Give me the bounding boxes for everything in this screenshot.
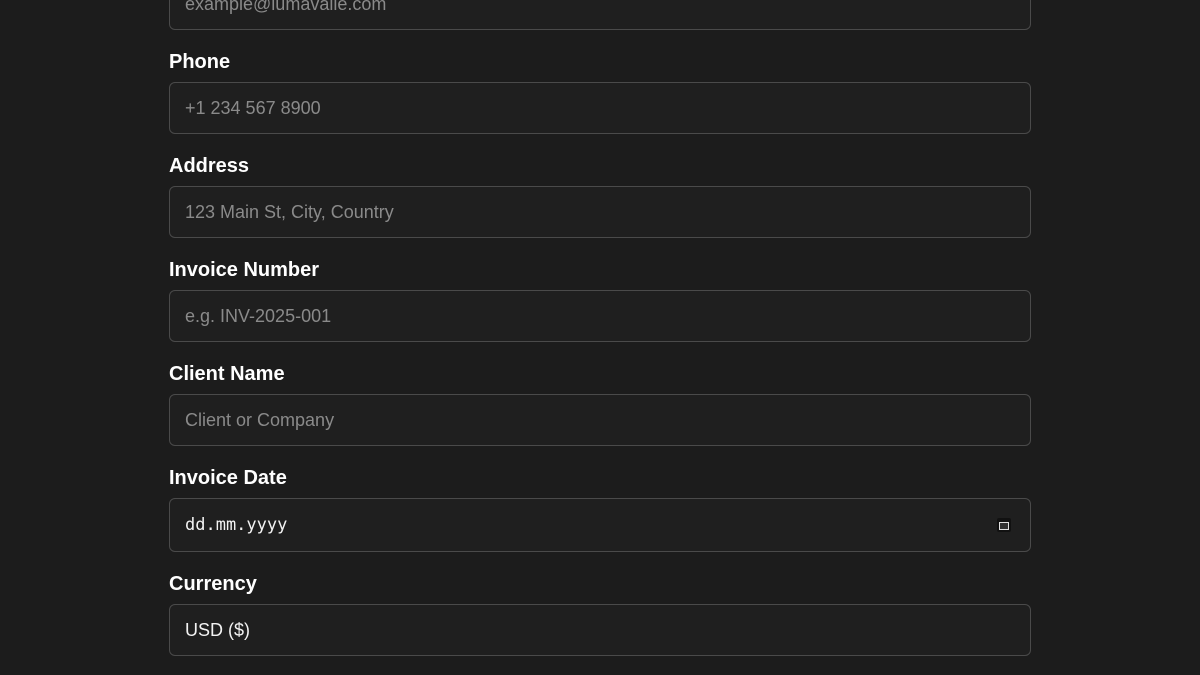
invoice-number-input[interactable]: e.g. INV-2025-001 bbox=[169, 290, 1031, 342]
client-name-input[interactable]: Client or Company bbox=[169, 394, 1031, 446]
email-input[interactable]: example@lumavalle.com bbox=[169, 0, 1031, 30]
address-input[interactable]: 123 Main St, City, Country bbox=[169, 186, 1031, 238]
invoice-number-field-group: Invoice Number e.g. INV-2025-001 bbox=[169, 258, 1031, 342]
client-name-placeholder: Client or Company bbox=[185, 409, 335, 430]
invoice-date-value: dd.mm.yyyy bbox=[185, 515, 288, 535]
address-label: Address bbox=[169, 155, 250, 177]
address-field-group: Address 123 Main St, City, Country bbox=[169, 154, 1031, 238]
invoice-number-label: Invoice Number bbox=[169, 259, 320, 281]
currency-select[interactable]: USD ($) bbox=[169, 604, 1031, 656]
invoice-form: example@lumavalle.com Phone +1 234 567 8… bbox=[169, 0, 1031, 656]
invoice-date-field-group: Invoice Date dd.mm.yyyy bbox=[169, 466, 1031, 552]
email-placeholder: example@lumavalle.com bbox=[185, 0, 387, 14]
phone-field-group: Phone +1 234 567 8900 bbox=[169, 50, 1031, 134]
client-name-label: Client Name bbox=[169, 363, 285, 385]
currency-field-group: Currency USD ($) bbox=[169, 572, 1031, 656]
email-field-group: example@lumavalle.com bbox=[169, 0, 1031, 30]
phone-input[interactable]: +1 234 567 8900 bbox=[169, 82, 1031, 134]
phone-label: Phone bbox=[169, 51, 231, 73]
address-placeholder: 123 Main St, City, Country bbox=[185, 201, 394, 222]
client-name-field-group: Client Name Client or Company bbox=[169, 362, 1031, 446]
invoice-date-input[interactable]: dd.mm.yyyy bbox=[169, 498, 1031, 552]
invoice-number-placeholder: e.g. INV-2025-001 bbox=[185, 305, 332, 326]
currency-value: USD ($) bbox=[185, 619, 251, 640]
phone-placeholder: +1 234 567 8900 bbox=[185, 97, 321, 118]
invoice-date-label: Invoice Date bbox=[169, 467, 287, 489]
currency-label: Currency bbox=[169, 573, 257, 595]
calendar-icon[interactable] bbox=[997, 518, 1011, 532]
